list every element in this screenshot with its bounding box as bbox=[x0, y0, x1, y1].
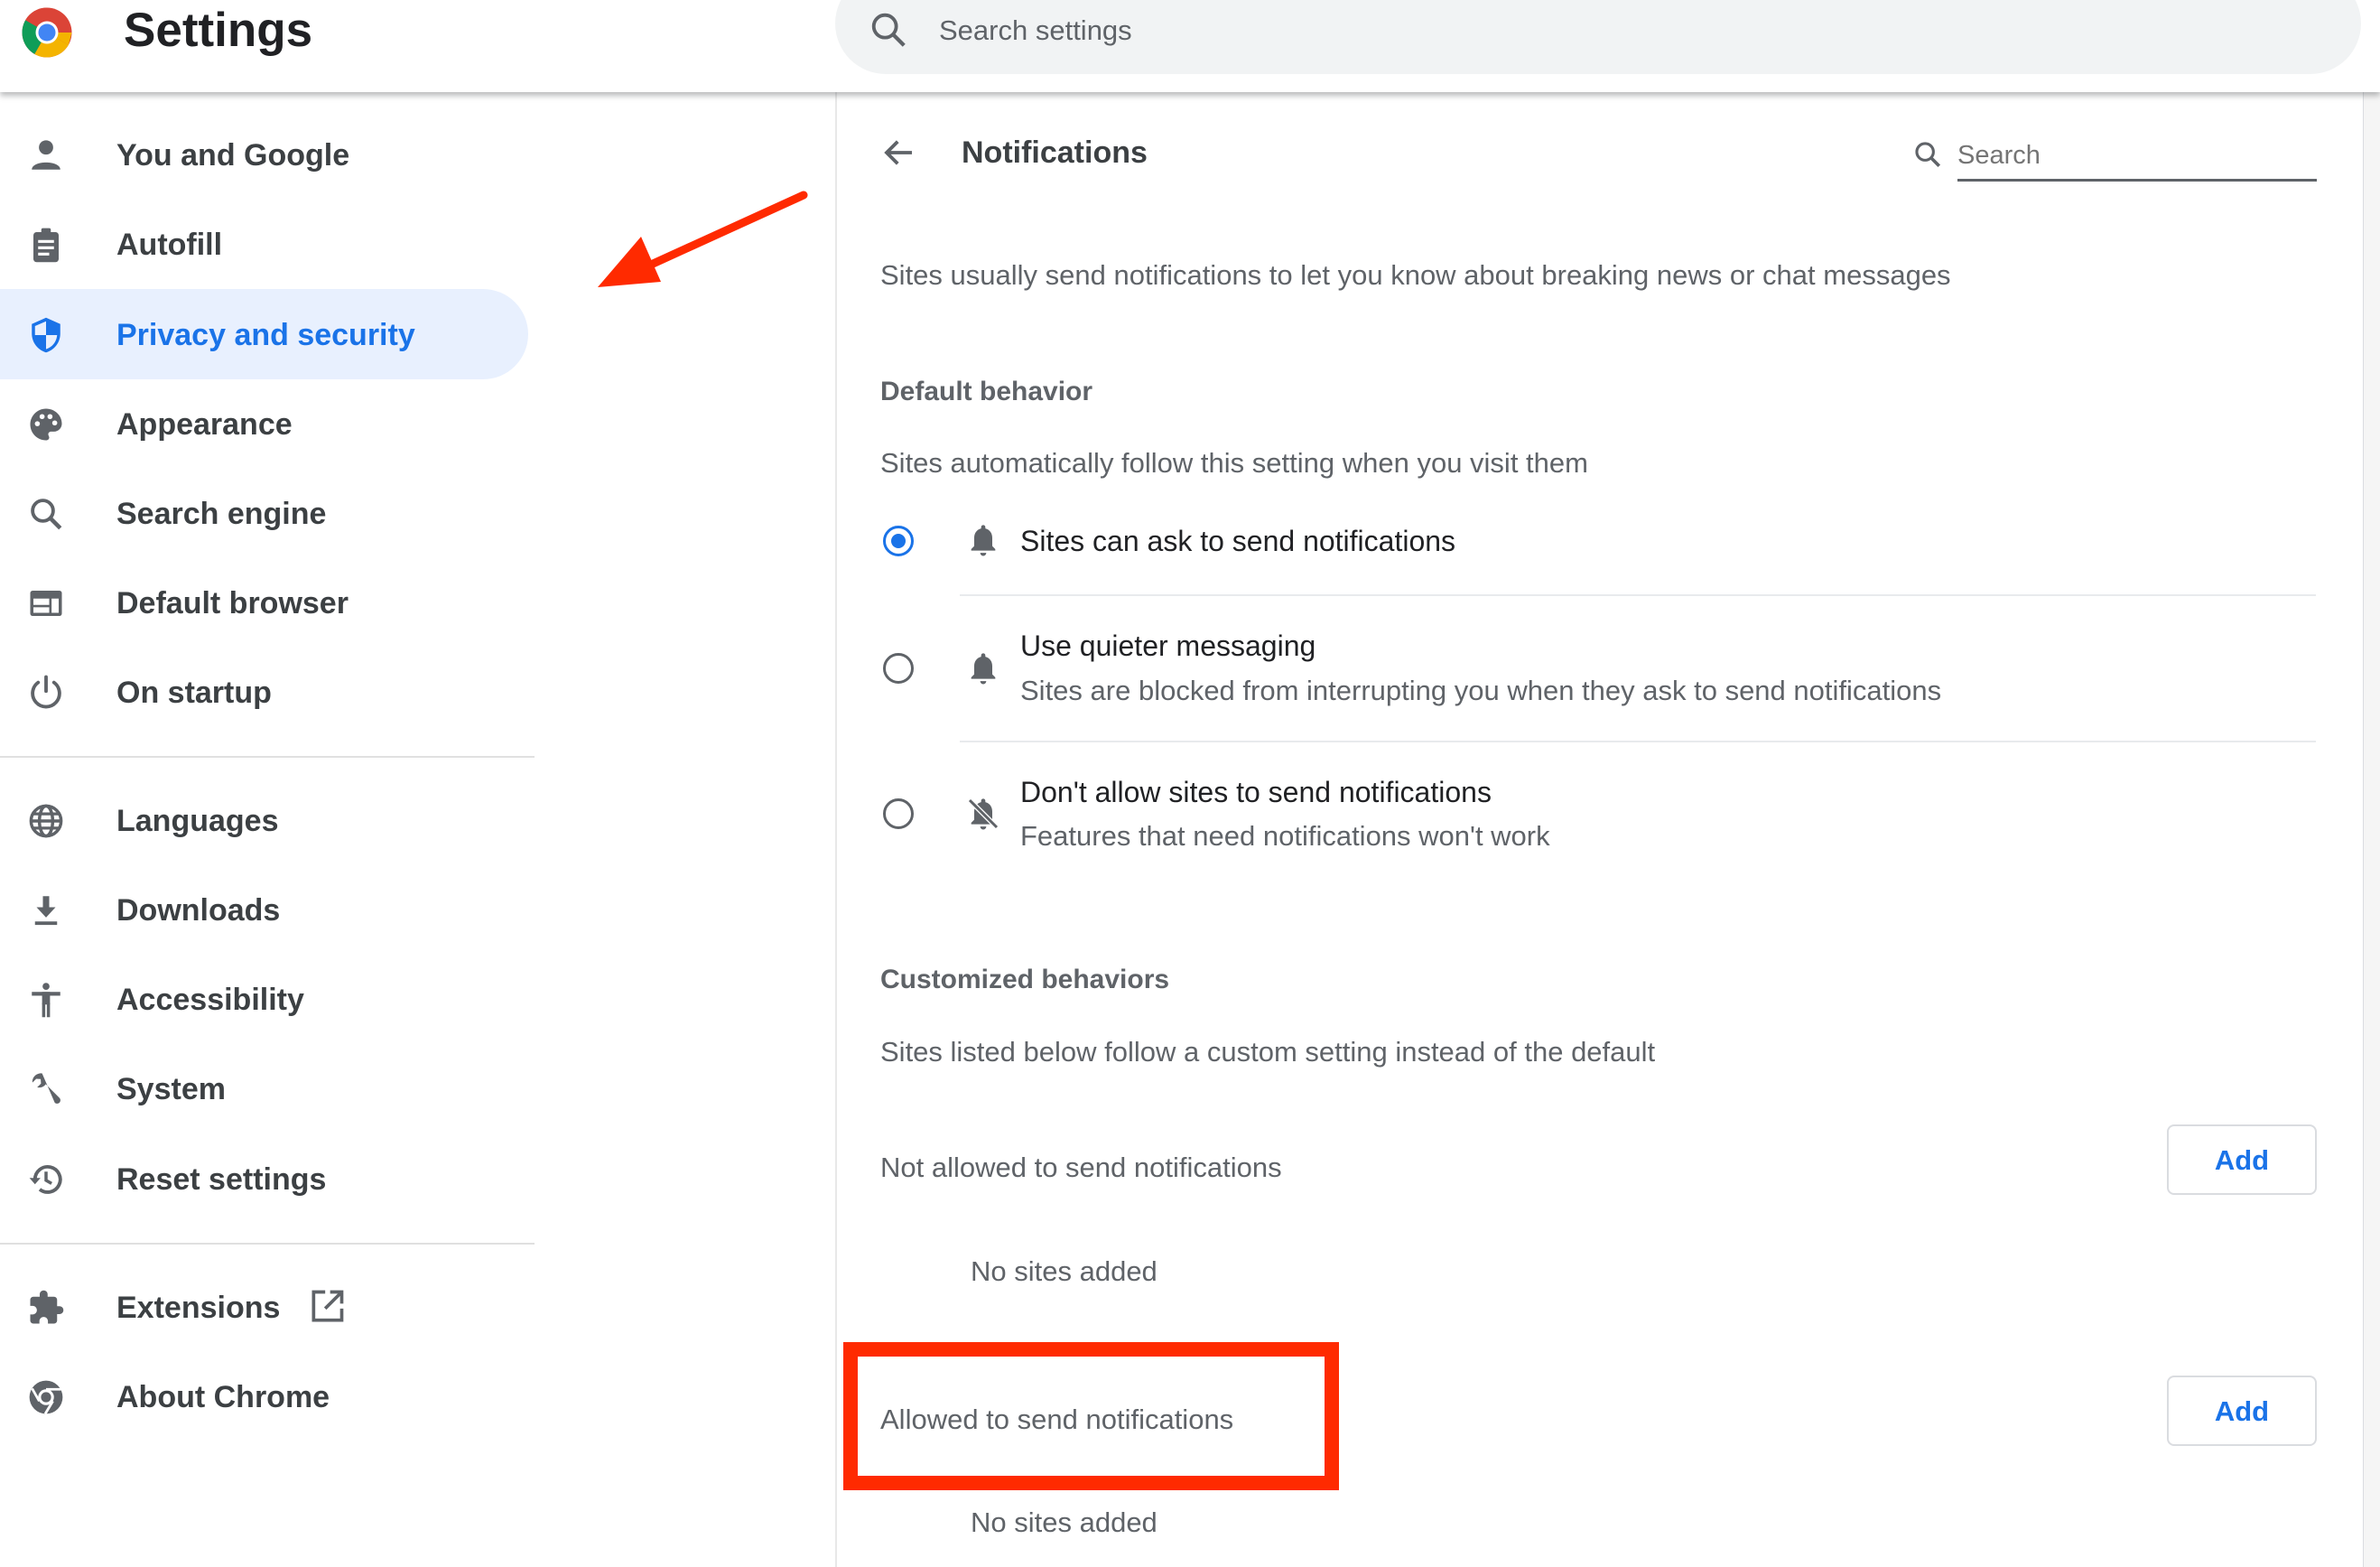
bell-off-icon bbox=[967, 797, 999, 830]
sidebar-item-label: You and Google bbox=[116, 138, 350, 173]
sidebar-item-accessibility[interactable]: Accessibility bbox=[0, 954, 528, 1044]
radio-sites-can-ask[interactable] bbox=[883, 526, 914, 556]
browser-window-icon bbox=[30, 591, 62, 616]
sidebar-item-label: Autofill bbox=[116, 228, 223, 262]
customized-behaviors-heading: Customized behaviors bbox=[880, 965, 1170, 994]
sidebar-item-on-startup[interactable]: On startup bbox=[0, 647, 528, 737]
sidebar-item-label: System bbox=[116, 1072, 226, 1106]
open-in-new-icon bbox=[311, 1290, 344, 1322]
notifications-search-input[interactable] bbox=[1957, 132, 2317, 182]
history-icon bbox=[29, 1165, 62, 1194]
person-icon bbox=[32, 140, 60, 170]
power-icon bbox=[31, 675, 61, 709]
sidebar-divider bbox=[0, 1243, 535, 1245]
radio-dont-allow[interactable] bbox=[883, 798, 914, 829]
sidebar-item-label: Extensions bbox=[116, 1291, 281, 1325]
search-icon bbox=[1915, 142, 1941, 168]
top-bar: Settings Search settings bbox=[0, 0, 2380, 92]
sidebar: You and Google Autofill Privacy and secu… bbox=[0, 92, 835, 1567]
sidebar-item-label: Privacy and security bbox=[116, 318, 415, 352]
annotation-arrow bbox=[598, 191, 808, 287]
chrome-logo-icon bbox=[22, 7, 72, 58]
sidebar-item-label: Accessibility bbox=[116, 983, 304, 1017]
bell-icon bbox=[971, 653, 996, 685]
sidebar-item-system[interactable]: System bbox=[0, 1043, 528, 1133]
option-label: Don't allow sites to send notifications bbox=[1020, 776, 1492, 808]
sidebar-item-you-and-google[interactable]: You and Google bbox=[0, 109, 528, 200]
default-behavior-description: Sites automatically follow this setting … bbox=[880, 447, 1588, 479]
accessibility-icon bbox=[32, 983, 60, 1018]
not-allowed-empty-text: No sites added bbox=[971, 1255, 1157, 1287]
sidebar-item-label: Default browser bbox=[116, 586, 349, 620]
sidebar-item-label: About Chrome bbox=[116, 1380, 330, 1414]
sidebar-item-search-engine[interactable]: Search engine bbox=[0, 468, 528, 558]
option-label: Use quieter messaging bbox=[1020, 630, 1316, 662]
sidebar-item-appearance[interactable]: Appearance bbox=[0, 378, 528, 469]
sidebar-item-extensions[interactable]: Extensions bbox=[0, 1262, 528, 1352]
sidebar-item-autofill[interactable]: Autofill bbox=[0, 199, 528, 289]
page-title: Notifications bbox=[962, 135, 1148, 170]
puzzle-icon bbox=[30, 1290, 64, 1324]
option-divider bbox=[960, 594, 2316, 596]
sidebar-item-about-chrome[interactable]: About Chrome bbox=[0, 1351, 528, 1441]
globe-icon bbox=[29, 804, 63, 838]
intro-text: Sites usually send notifications to let … bbox=[880, 259, 1951, 291]
annotation-highlight-box bbox=[843, 1342, 1339, 1490]
sidebar-item-label: Downloads bbox=[116, 893, 281, 928]
download-icon bbox=[34, 896, 58, 926]
add-allowed-button[interactable]: Add bbox=[2167, 1376, 2317, 1446]
palette-icon bbox=[30, 408, 62, 441]
default-behavior-heading: Default behavior bbox=[880, 377, 1093, 406]
search-placeholder: Search settings bbox=[939, 14, 1132, 46]
search-icon bbox=[871, 13, 906, 47]
option-sublabel: Features that need notifications won't w… bbox=[1020, 820, 1550, 852]
sidebar-divider bbox=[0, 756, 535, 758]
wrench-icon bbox=[32, 1073, 60, 1104]
option-divider bbox=[960, 741, 2316, 742]
not-allowed-list-label: Not allowed to send notifications bbox=[880, 1152, 1282, 1183]
chrome-icon bbox=[29, 1380, 63, 1415]
sidebar-item-reset-settings[interactable]: Reset settings bbox=[0, 1133, 528, 1224]
clipboard-icon bbox=[33, 228, 59, 263]
sidebar-item-downloads[interactable]: Downloads bbox=[0, 864, 528, 955]
allowed-empty-text: No sites added bbox=[971, 1506, 1157, 1538]
page-gutter bbox=[2364, 92, 2380, 1567]
sidebar-item-label: Search engine bbox=[116, 497, 327, 531]
search-icon bbox=[31, 499, 62, 530]
customized-behaviors-description: Sites listed below follow a custom setti… bbox=[880, 1036, 1656, 1068]
sidebar-item-label: Reset settings bbox=[116, 1162, 327, 1197]
sidebar-item-label: On startup bbox=[116, 676, 272, 710]
search-settings-input[interactable]: Search settings bbox=[835, 0, 2361, 74]
sidebar-item-label: Appearance bbox=[116, 407, 293, 442]
sidebar-item-default-browser[interactable]: Default browser bbox=[0, 557, 528, 648]
app-title: Settings bbox=[124, 4, 313, 57]
sidebar-item-label: Languages bbox=[116, 804, 279, 838]
shield-icon bbox=[32, 317, 60, 353]
bell-icon bbox=[971, 525, 996, 556]
back-arrow-icon[interactable] bbox=[880, 134, 918, 172]
option-label: Sites can ask to send notifications bbox=[1020, 525, 1456, 557]
radio-quieter-messaging[interactable] bbox=[883, 653, 914, 684]
option-sublabel: Sites are blocked from interrupting you … bbox=[1020, 675, 1942, 706]
add-not-allowed-button[interactable]: Add bbox=[2167, 1124, 2317, 1195]
sidebar-item-languages[interactable]: Languages bbox=[0, 775, 528, 865]
sidebar-item-privacy-and-security[interactable]: Privacy and security bbox=[0, 289, 528, 379]
